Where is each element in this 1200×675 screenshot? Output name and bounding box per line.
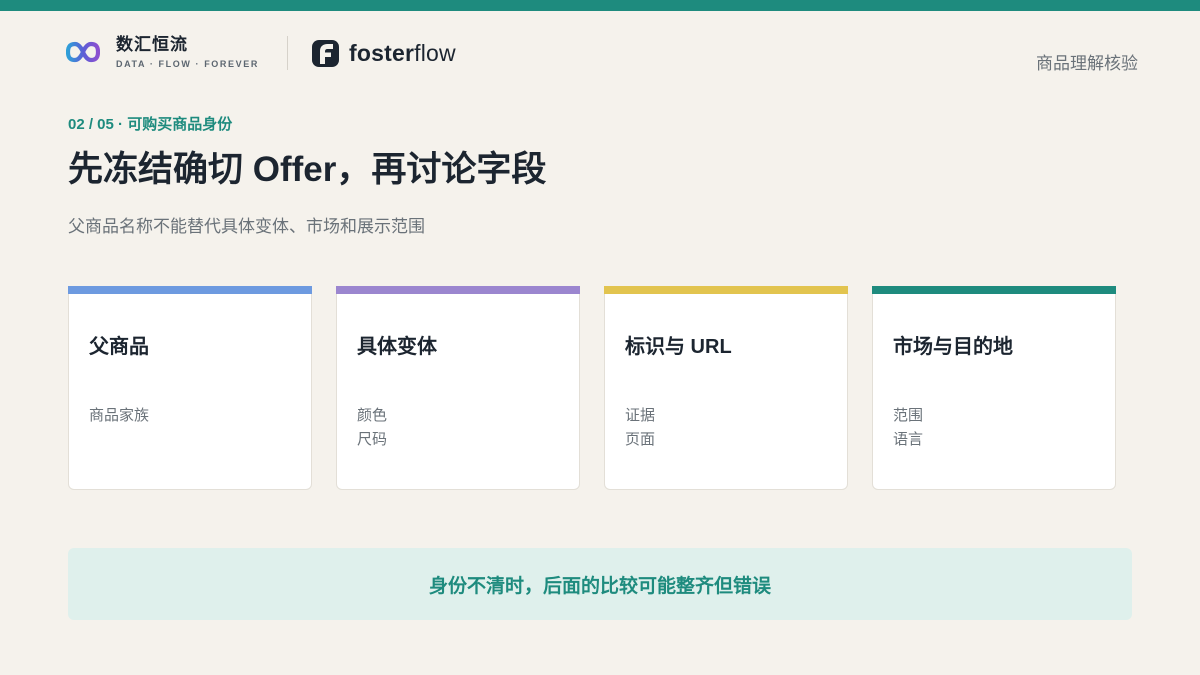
card-market-destination: 市场与目的地 范围 语言: [872, 286, 1116, 490]
partner-lockup: fosterflow: [312, 40, 456, 67]
brand-name: 数汇恒流: [116, 35, 188, 54]
brand-lockup: 数汇恒流 DATA · FLOW · FOREVER: [66, 34, 259, 69]
card-parent-product: 父商品 商品家族: [68, 286, 312, 490]
page-title: 先冻结确切 Offer，再讨论字段: [68, 150, 547, 189]
slide-eyebrow: 02 / 05 · 可购买商品身份: [68, 116, 233, 133]
page-subtitle: 父商品名称不能替代具体变体、市场和展示范围: [68, 217, 425, 236]
brand-tagline: DATA · FLOW · FOREVER: [116, 59, 259, 69]
card-item: 商品家族: [89, 407, 150, 424]
card-accent-bar: [68, 286, 312, 294]
partner-wordmark: fosterflow: [349, 40, 456, 67]
infinity-logo-icon: [66, 41, 100, 63]
card-row: 父商品 商品家族 具体变体 颜色 尺码 标识与 URL 证据 页面 市场与目的地…: [68, 286, 1116, 490]
fosterflow-logo-icon: [312, 40, 339, 67]
card-title: 具体变体: [357, 336, 437, 358]
card-title: 市场与目的地: [893, 336, 1013, 358]
card-items: 证据 页面: [625, 404, 655, 452]
card-item: 语言: [893, 431, 924, 448]
callout-text: 身份不清时，后面的比较可能整齐但错误: [428, 575, 771, 597]
card-items: 颜色 尺码: [357, 404, 387, 452]
card-item: 尺码: [357, 431, 388, 448]
card-title: 父商品: [89, 336, 149, 358]
card-accent-bar: [604, 286, 848, 294]
card-item: 颜色: [357, 407, 388, 424]
card-item: 页面: [625, 431, 656, 448]
card-title: 标识与 URL: [625, 336, 732, 358]
card-items: 范围 语言: [893, 404, 923, 452]
card-items: 商品家族: [89, 404, 149, 428]
callout-banner: 身份不清时，后面的比较可能整齐但错误: [68, 548, 1132, 620]
card-variant: 具体变体 颜色 尺码: [336, 286, 580, 490]
card-item: 范围: [893, 407, 924, 424]
partner-name-light: flow: [414, 40, 456, 66]
section-label: 商品理解核验: [1036, 54, 1138, 73]
card-identifier-url: 标识与 URL 证据 页面: [604, 286, 848, 490]
card-item: 证据: [625, 407, 656, 424]
top-accent-bar: [0, 0, 1200, 11]
partner-name-bold: foster: [349, 40, 415, 66]
brand-divider: [287, 36, 288, 70]
card-accent-bar: [336, 286, 580, 294]
card-accent-bar: [872, 286, 1116, 294]
